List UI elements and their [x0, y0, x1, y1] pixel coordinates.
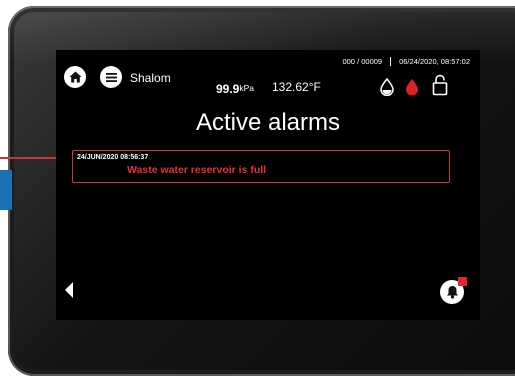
clean-water-drop-icon — [380, 78, 394, 96]
alarm-badge — [458, 277, 467, 286]
alarm-timestamp: 24/JUN/2020 08:56:37 — [77, 154, 149, 161]
touch-screen: 000 / 00009 06/24/2020, 08:57:02 Shalom … — [56, 50, 480, 320]
temperature-readout: 132.62°F — [272, 80, 321, 94]
pressure-unit: kPa — [239, 83, 255, 93]
waste-water-drop-icon — [406, 79, 418, 96]
menu-icon — [105, 72, 117, 82]
home-icon — [69, 71, 81, 83]
pressure-value: 99.9 — [216, 82, 240, 96]
alarm-message: Waste water reservoir is full — [127, 164, 267, 176]
status-bar: 000 / 00009 06/24/2020, 08:57:02 — [342, 57, 470, 66]
annotation-marker — [0, 170, 12, 210]
back-arrow-icon[interactable] — [62, 281, 76, 299]
user-name[interactable]: Shalom — [130, 71, 171, 85]
alarm-bell-button[interactable] — [440, 277, 467, 304]
menu-button[interactable] — [100, 66, 122, 88]
record-counter: 000 / 00009 — [342, 57, 383, 66]
page-title: Active alarms — [195, 109, 341, 136]
status-divider — [390, 57, 392, 66]
home-button[interactable] — [64, 66, 86, 88]
alarm-bell-icon — [446, 286, 458, 299]
status-datetime: 06/24/2020, 08:57:02 — [399, 57, 470, 66]
pressure-readout: 99.9kPa — [216, 80, 254, 98]
alarm-entry[interactable]: 24/JUN/2020 08:56:37 Waste water reservo… — [72, 150, 450, 183]
lock-icon[interactable] — [432, 74, 448, 96]
